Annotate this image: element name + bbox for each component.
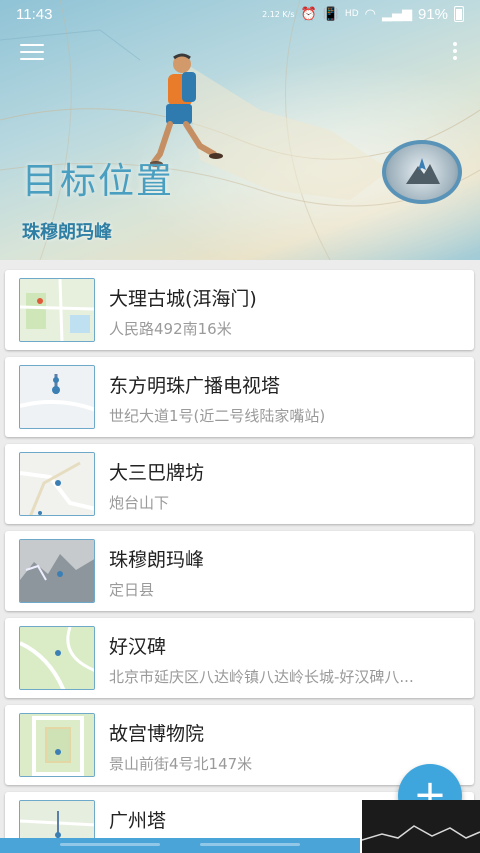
- target-location-icon[interactable]: [382, 140, 462, 204]
- location-name: 大三巴牌坊: [109, 462, 205, 484]
- list-item-location[interactable]: 故宫博物院 景山前街4号北147米: [5, 705, 474, 785]
- map-thumbnail: [19, 539, 95, 603]
- network-speed: 2.12 K/s: [262, 9, 295, 19]
- wifi-icon: ◠: [364, 6, 376, 22]
- location-address: 世纪大道1号(近二号线陆家嘴站): [109, 407, 326, 425]
- location-name: 珠穆朗玛峰: [109, 549, 205, 571]
- mountain-preview-image: [362, 800, 480, 853]
- nav-handle: [200, 843, 300, 846]
- battery-icon: [454, 6, 464, 22]
- location-name: 大理古城(洱海门): [109, 288, 257, 310]
- network-type: HD: [344, 9, 359, 19]
- menu-icon[interactable]: [20, 44, 44, 62]
- location-address: 炮台山下: [109, 494, 170, 512]
- location-name: 广州塔: [109, 810, 167, 832]
- location-name: 东方明珠广播电视塔: [109, 375, 281, 397]
- map-preview-thumbnail[interactable]: [362, 800, 480, 853]
- map-thumbnail: [19, 365, 95, 429]
- battery-percent: 91%: [417, 5, 448, 23]
- location-name: 故宫博物院: [109, 723, 205, 745]
- vibrate-icon: 📳: [322, 6, 339, 22]
- alarm-icon: ⏰: [300, 6, 317, 22]
- location-address: 北京市延庆区八达岭镇八达岭长城-好汉碑八...: [109, 668, 414, 686]
- location-address: 人民路492南16米: [109, 320, 232, 338]
- location-address: 景山前街4号北147米: [109, 755, 253, 773]
- location-address: 定日县: [109, 581, 155, 599]
- current-target-name: 珠穆朗玛峰: [22, 222, 112, 243]
- map-thumbnail: [19, 713, 95, 777]
- more-options-icon[interactable]: [448, 42, 462, 64]
- bottom-navigation-bar: [0, 838, 360, 853]
- list-item-location[interactable]: 大理古城(洱海门) 人民路492南16米: [5, 270, 474, 350]
- location-name: 好汉碑: [109, 636, 167, 658]
- mountain-icon: [406, 158, 440, 184]
- list-item-location[interactable]: 东方明珠广播电视塔 世纪大道1号(近二号线陆家嘴站): [5, 357, 474, 437]
- nav-handle: [60, 843, 160, 846]
- page-title: 目标位置: [22, 161, 175, 202]
- list-item-location[interactable]: 好汉碑 北京市延庆区八达岭镇八达岭长城-好汉碑八...: [5, 618, 474, 698]
- status-bar: 11:43 2.12 K/s ⏰ 📳 HD ◠ ▂▄▆ 91%: [0, 0, 480, 28]
- signal-icon: ▂▄▆: [381, 6, 412, 22]
- map-thumbnail: [19, 626, 95, 690]
- header-banner: 11:43 2.12 K/s ⏰ 📳 HD ◠ ▂▄▆ 91% 目标位置 珠穆朗…: [0, 0, 480, 260]
- list-item-location[interactable]: 珠穆朗玛峰 定日县: [5, 531, 474, 611]
- map-thumbnail: [19, 278, 95, 342]
- list-item-location[interactable]: 大三巴牌坊 炮台山下: [5, 444, 474, 524]
- status-time: 11:43: [16, 5, 53, 23]
- map-thumbnail: [19, 452, 95, 516]
